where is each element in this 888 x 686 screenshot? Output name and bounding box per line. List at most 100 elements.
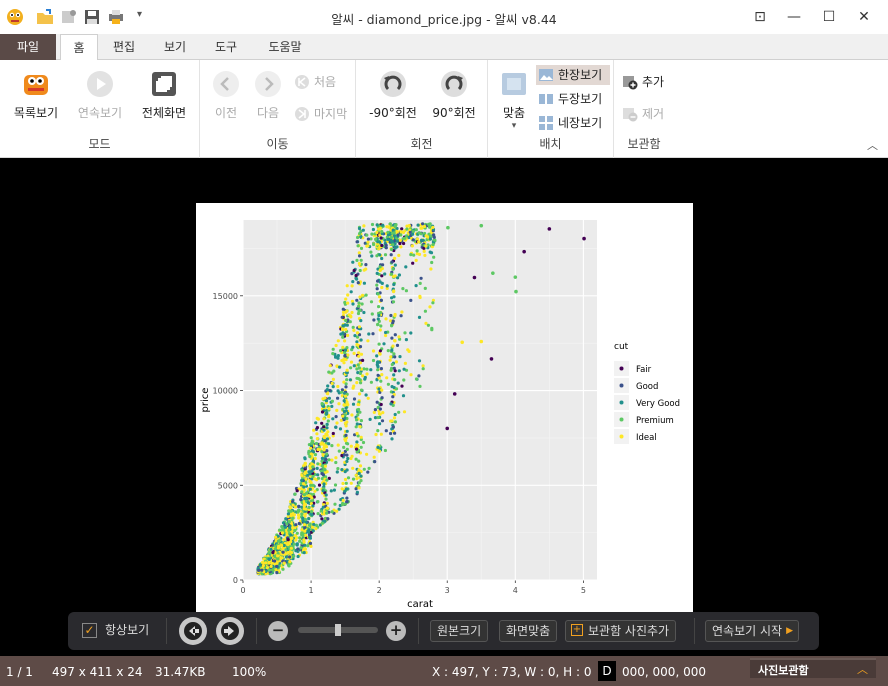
start-slideshow-button[interactable]: 연속보기 시작 ▶ xyxy=(705,620,800,642)
data-point xyxy=(294,538,298,542)
zoom-slider[interactable] xyxy=(298,624,378,636)
next-image-button[interactable] xyxy=(216,617,244,645)
data-point xyxy=(334,355,338,359)
one-page-view-button[interactable]: 한장보기 xyxy=(536,65,610,85)
data-point xyxy=(426,323,430,327)
minimize-button[interactable]: — xyxy=(782,6,806,28)
first-button[interactable]: 처음 xyxy=(292,72,336,92)
data-point xyxy=(331,417,335,421)
data-point xyxy=(375,287,379,291)
two-page-view-button[interactable]: 두장보기 xyxy=(536,89,602,109)
data-point xyxy=(366,244,370,248)
data-point xyxy=(334,456,338,460)
data-point xyxy=(357,226,362,231)
album-remove-button[interactable]: 제거 xyxy=(620,104,664,124)
album-add-button[interactable]: 추가 xyxy=(620,72,664,92)
data-point xyxy=(302,551,306,555)
outlier-point xyxy=(446,225,450,230)
fit-dropdown-icon[interactable]: ▾ xyxy=(496,121,532,131)
slideshow-button[interactable]: 연속보기 xyxy=(72,68,128,121)
prev-button[interactable]: 이전 xyxy=(208,68,244,121)
data-point xyxy=(376,429,380,433)
outlier-point xyxy=(452,392,457,396)
data-point xyxy=(389,235,393,239)
prev-image-button[interactable] xyxy=(179,617,207,645)
original-size-button[interactable]: 원본크기 xyxy=(430,620,489,642)
data-point xyxy=(316,447,320,452)
play-triangle-icon: ▶ xyxy=(786,626,794,636)
tab-help[interactable]: 도움말 xyxy=(258,34,312,60)
toolbar-separator xyxy=(256,618,257,644)
list-view-button[interactable]: 목록보기 xyxy=(8,68,64,121)
data-point xyxy=(341,324,345,328)
group-layout: 맞춤 ▾ 한장보기 두장보기 네장보기 배치 xyxy=(488,60,614,158)
data-point xyxy=(357,262,361,266)
album-panel-tab[interactable]: 사진보관함 ︿ xyxy=(750,658,876,678)
data-point xyxy=(355,367,359,371)
data-point xyxy=(314,421,318,425)
x-tick-label: 1 xyxy=(309,586,314,595)
data-point xyxy=(372,455,376,459)
data-point xyxy=(326,419,330,423)
always-on-top-checkbox[interactable]: ✓ xyxy=(82,623,97,638)
data-point xyxy=(274,535,278,539)
fit-button[interactable]: 맞춤 ▾ xyxy=(496,68,532,131)
tab-tools[interactable]: 도구 xyxy=(206,34,246,60)
data-point xyxy=(370,232,374,236)
data-point xyxy=(355,331,360,335)
data-point xyxy=(305,491,309,495)
rotate-cw-button[interactable]: 90°회전 xyxy=(426,68,482,121)
collapse-ribbon-icon[interactable]: ︿ xyxy=(867,137,878,153)
data-point xyxy=(420,238,424,242)
data-point xyxy=(397,273,401,277)
data-point xyxy=(432,233,436,237)
maximize-button[interactable]: ☐ xyxy=(817,6,841,28)
data-point xyxy=(301,519,305,523)
tab-file[interactable]: 파일 xyxy=(0,34,56,60)
data-point xyxy=(315,437,319,441)
data-point xyxy=(344,439,348,443)
data-point xyxy=(273,547,277,551)
zoom-out-icon[interactable]: − xyxy=(268,621,288,641)
fullscreen-button[interactable]: 전체화면 xyxy=(136,68,192,121)
y-tick-label: 10000 xyxy=(213,387,238,396)
data-point xyxy=(370,222,375,227)
data-point xyxy=(354,473,358,477)
data-point xyxy=(376,323,380,327)
data-point xyxy=(342,410,346,414)
add-to-album-button[interactable]: + 보관함 사진추가 xyxy=(565,620,677,642)
data-point xyxy=(362,268,366,272)
data-point xyxy=(280,531,284,535)
status-zoom: 100% xyxy=(232,665,267,679)
data-point xyxy=(380,285,384,290)
zoom-slider-thumb[interactable] xyxy=(335,624,341,636)
data-point xyxy=(379,324,383,328)
tab-home[interactable]: 홈 xyxy=(60,34,98,61)
fit-screen-button[interactable]: 화면맞춤 xyxy=(499,620,558,642)
data-point xyxy=(311,504,315,508)
toolbar-separator xyxy=(694,618,695,644)
data-point xyxy=(344,318,348,323)
x-tick-label: 0 xyxy=(240,586,245,595)
last-button[interactable]: 마지막 xyxy=(292,104,347,124)
data-point xyxy=(330,444,334,448)
data-point xyxy=(303,529,307,533)
next-button[interactable]: 다음 xyxy=(250,68,286,121)
data-point xyxy=(379,236,383,240)
data-point xyxy=(431,242,435,247)
four-page-view-button[interactable]: 네장보기 xyxy=(536,113,602,133)
tab-edit[interactable]: 편집 xyxy=(104,34,144,60)
data-point xyxy=(278,538,282,542)
close-button[interactable]: ✕ xyxy=(852,6,876,28)
data-point xyxy=(334,415,338,419)
zoom-in-icon[interactable]: + xyxy=(386,621,406,641)
data-point xyxy=(411,229,415,234)
pin-window-icon[interactable]: ⊡ xyxy=(748,6,772,28)
tab-view[interactable]: 보기 xyxy=(155,34,195,60)
data-point xyxy=(364,393,368,397)
data-point xyxy=(336,467,340,471)
rotate-ccw-button[interactable]: -90°회전 xyxy=(364,68,422,121)
data-point xyxy=(389,313,393,318)
data-point xyxy=(359,319,363,323)
data-point xyxy=(336,389,340,393)
